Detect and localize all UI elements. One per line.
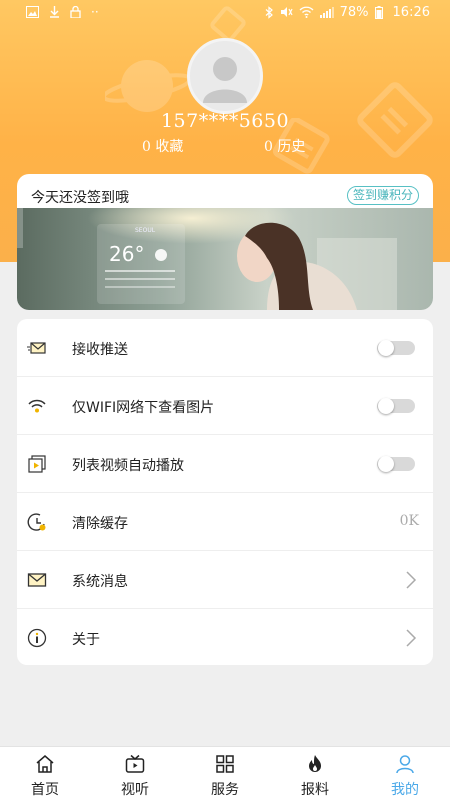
setting-label: 列表视频自动播放 bbox=[72, 458, 184, 474]
banner-temperature-text: 26° bbox=[109, 242, 144, 266]
chevron-right-icon bbox=[406, 571, 417, 589]
home-icon bbox=[36, 755, 54, 773]
wifi-status-icon bbox=[299, 6, 314, 18]
setting-label: 清除缓存 bbox=[72, 516, 128, 532]
avatar[interactable] bbox=[187, 38, 263, 114]
setting-row-system-messages[interactable]: 系统消息 bbox=[17, 551, 433, 609]
setting-row-push[interactable]: 接收推送 bbox=[17, 319, 433, 377]
tab-media[interactable]: 视听 bbox=[90, 747, 180, 800]
setting-row-autoplay[interactable]: 列表视频自动播放 bbox=[17, 435, 433, 493]
bluetooth-icon bbox=[265, 5, 273, 19]
wifi-images-toggle[interactable] bbox=[377, 398, 415, 414]
signal-icon bbox=[319, 7, 334, 18]
favorites-count: 0 bbox=[142, 139, 151, 155]
checkin-button[interactable]: 签到赚积分 bbox=[346, 186, 419, 205]
grid-icon bbox=[216, 755, 234, 773]
person-icon bbox=[396, 755, 414, 774]
image-notification-icon bbox=[26, 6, 39, 18]
promo-banner[interactable]: SEOUL 26° bbox=[17, 208, 433, 310]
banner-city-text: SEOUL bbox=[135, 227, 156, 234]
video-icon bbox=[28, 455, 46, 473]
history-label: 历史 bbox=[277, 139, 306, 155]
wifi-icon bbox=[28, 399, 46, 413]
info-icon bbox=[27, 628, 47, 648]
clock: 16:26 bbox=[392, 4, 430, 20]
clock-clear-icon bbox=[27, 513, 46, 531]
favorites-label: 收藏 bbox=[155, 139, 184, 155]
tab-mine[interactable]: 我的 bbox=[360, 747, 450, 800]
toggle-knob bbox=[378, 456, 394, 472]
setting-label: 关于 bbox=[72, 632, 100, 648]
tab-label: 视听 bbox=[121, 782, 149, 798]
more-notifications-icon: ·· bbox=[91, 5, 99, 19]
setting-row-about[interactable]: 关于 bbox=[17, 609, 433, 667]
battery-icon bbox=[374, 5, 383, 19]
user-phone-number[interactable]: 157****5650 bbox=[0, 110, 450, 132]
chevron-right-icon bbox=[406, 629, 417, 647]
cache-size-value: 0K bbox=[399, 513, 419, 529]
favorites-stat[interactable]: 0 收藏 bbox=[142, 136, 183, 156]
settings-list: 接收推送 仅WIFI网络下查看图片 列表视频自动播放 清除缓存 0K 系统消息 … bbox=[17, 319, 433, 665]
battery-percent: 78% bbox=[339, 4, 369, 20]
tab-label: 我的 bbox=[391, 782, 419, 798]
autoplay-toggle[interactable] bbox=[377, 456, 415, 472]
checkin-title: 今天还没签到哦 bbox=[31, 190, 129, 206]
setting-label: 系统消息 bbox=[72, 574, 128, 590]
tv-icon bbox=[125, 754, 145, 773]
default-avatar-icon bbox=[203, 57, 247, 103]
bottom-tab-bar: 首页 视听 服务 报料 我的 bbox=[0, 746, 450, 800]
lock-icon bbox=[70, 6, 81, 18]
tab-home[interactable]: 首页 bbox=[0, 747, 90, 800]
tab-report[interactable]: 报料 bbox=[270, 747, 360, 800]
history-count: 0 bbox=[264, 139, 273, 155]
tab-label: 服务 bbox=[211, 782, 239, 798]
tab-label: 报料 bbox=[301, 782, 329, 798]
setting-row-wifi-images[interactable]: 仅WIFI网络下查看图片 bbox=[17, 377, 433, 435]
envelope-send-icon bbox=[27, 342, 46, 354]
history-stat[interactable]: 0 历史 bbox=[264, 136, 305, 156]
flame-icon bbox=[309, 755, 321, 772]
setting-row-clear-cache[interactable]: 清除缓存 0K bbox=[17, 493, 433, 551]
mute-icon bbox=[280, 7, 293, 17]
toggle-knob bbox=[378, 398, 394, 414]
tab-label: 首页 bbox=[31, 782, 59, 798]
download-icon bbox=[50, 6, 59, 18]
push-toggle[interactable] bbox=[377, 340, 415, 356]
setting-label: 仅WIFI网络下查看图片 bbox=[72, 400, 215, 416]
setting-label: 接收推送 bbox=[72, 342, 128, 358]
tab-services[interactable]: 服务 bbox=[180, 747, 270, 800]
checkin-card: 今天还没签到哦 签到赚积分 SEOUL 26° bbox=[17, 174, 433, 310]
toggle-knob bbox=[378, 340, 394, 356]
mail-icon bbox=[27, 573, 47, 587]
status-bar: ·· 78% 16:26 bbox=[0, 0, 450, 24]
